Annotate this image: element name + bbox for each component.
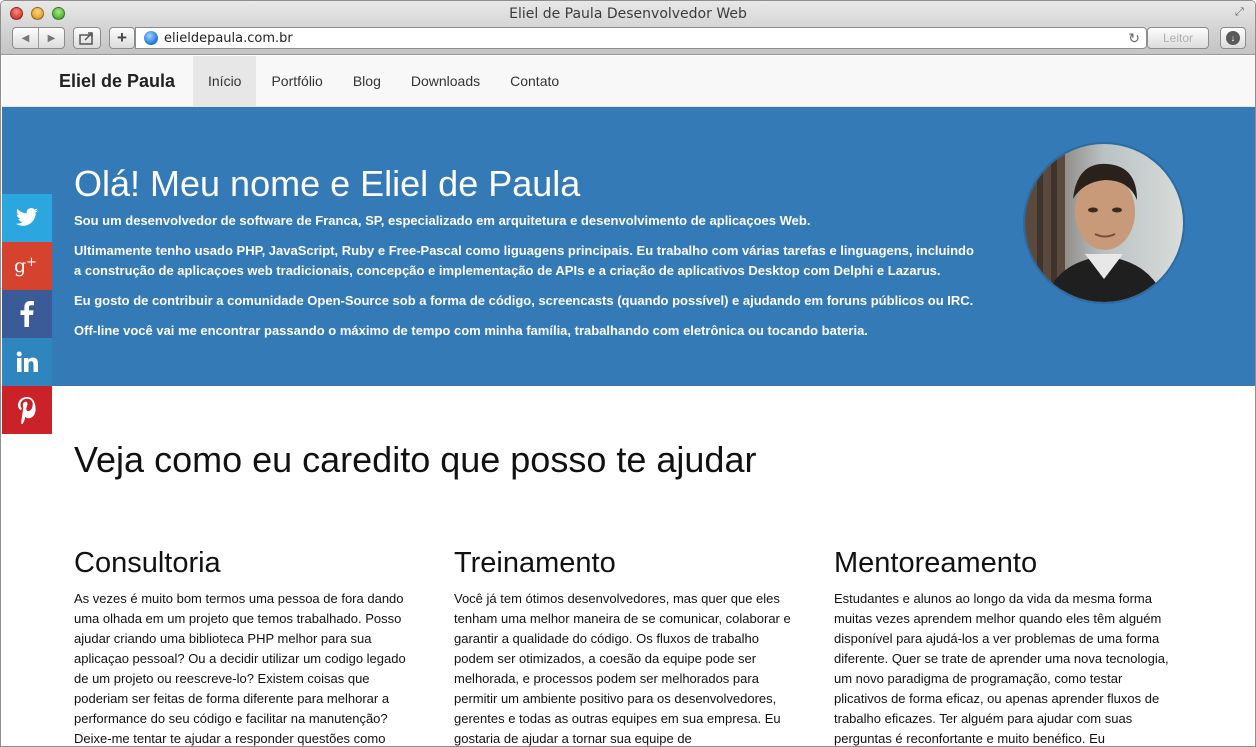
fullscreen-icon[interactable]: ⤢ [1235,6,1247,18]
hero-paragraph: Ultimamente tenho usado PHP, JavaScript,… [74,243,974,278]
url-text[interactable]: elieldepaula.com.br [164,31,293,46]
address-bar[interactable]: elieldepaula.com.br ↻ [135,27,1147,49]
service-column-treinamento: Treinamento Você já tem ótimos desenvolv… [454,545,799,746]
service-column-mentoreamento: Mentoreamento Estudantes e alunos ao lon… [834,545,1179,746]
profile-photo [1023,142,1185,304]
social-share-bar: g + [2,194,52,434]
reload-icon[interactable]: ↻ [1128,30,1140,47]
column-text: As vezes é muito bom termos uma pessoa d… [74,591,406,746]
service-column-consultoria: Consultoria As vezes é muito bom termos … [74,545,419,746]
section-title: Veja como eu caredito que posso te ajuda… [74,439,757,480]
nav-item-inicio[interactable]: Início [193,56,257,106]
downloads-button[interactable]: ↓ [1220,27,1246,49]
hero-title: Olá! Meu nome e Eliel de Paula [74,163,581,204]
column-text: Estudantes e alunos ao longo da vida da … [834,591,1169,746]
share-icon [79,32,93,45]
linkedin-share-button[interactable] [2,338,52,386]
hero-paragraph: Sou um desenvolvedor de software de Fran… [74,213,811,228]
google-plus-share-button[interactable]: g + [2,242,52,290]
column-title: Mentoreamento [834,547,1038,579]
share-button[interactable] [73,27,101,49]
pinterest-icon [18,397,36,424]
hero-paragraph: Off-line você vai me encontrar passando … [74,323,868,338]
twitter-share-button[interactable] [2,194,52,242]
download-icon: ↓ [1226,31,1240,45]
window-title: Eliel de Paula Desenvolvedor Web [509,6,747,22]
hero-section: Olá! Meu nome e Eliel de Paula Sou um de… [2,107,1255,386]
add-bookmark-button[interactable]: + [109,27,135,49]
svg-text:g: g [14,255,26,277]
nav-item-contato[interactable]: Contato [495,56,574,106]
nav-item-portfolio[interactable]: Portfólio [256,56,337,106]
pinterest-share-button[interactable] [2,386,52,434]
browser-titlebar: Eliel de Paula Desenvolvedor Web ⤢ ◀ ▶ +… [1,1,1255,55]
brand-link[interactable]: Eliel de Paula [59,71,175,92]
column-title: Treinamento [454,547,616,579]
svg-text:+: + [26,255,37,270]
plus-icon: + [117,28,127,47]
forward-icon[interactable]: ▶ [39,33,64,44]
hero-paragraph: Eu gosto de contribuir a comunidade Open… [74,293,974,308]
nav-item-blog[interactable]: Blog [338,56,396,106]
reader-button[interactable]: Leitor [1147,27,1209,49]
site-navbar: Eliel de Paula Início Portfólio Blog Dow… [2,56,1255,107]
column-title: Consultoria [74,547,221,579]
back-icon[interactable]: ◀ [13,33,38,44]
twitter-icon [16,208,38,226]
column-text: Você já tem ótimos desenvolvedores, mas … [454,591,791,746]
facebook-icon [20,301,34,327]
linkedin-icon [16,351,38,372]
nav-item-downloads[interactable]: Downloads [396,56,495,106]
back-forward-buttons: ◀ ▶ [12,27,65,49]
facebook-share-button[interactable] [2,290,52,338]
nav-menu: Início Portfólio Blog Downloads Contato [193,56,574,106]
google-plus-icon: g + [14,255,37,277]
browser-window: Eliel de Paula Desenvolvedor Web ⤢ ◀ ▶ +… [0,0,1256,747]
globe-icon [144,31,158,45]
